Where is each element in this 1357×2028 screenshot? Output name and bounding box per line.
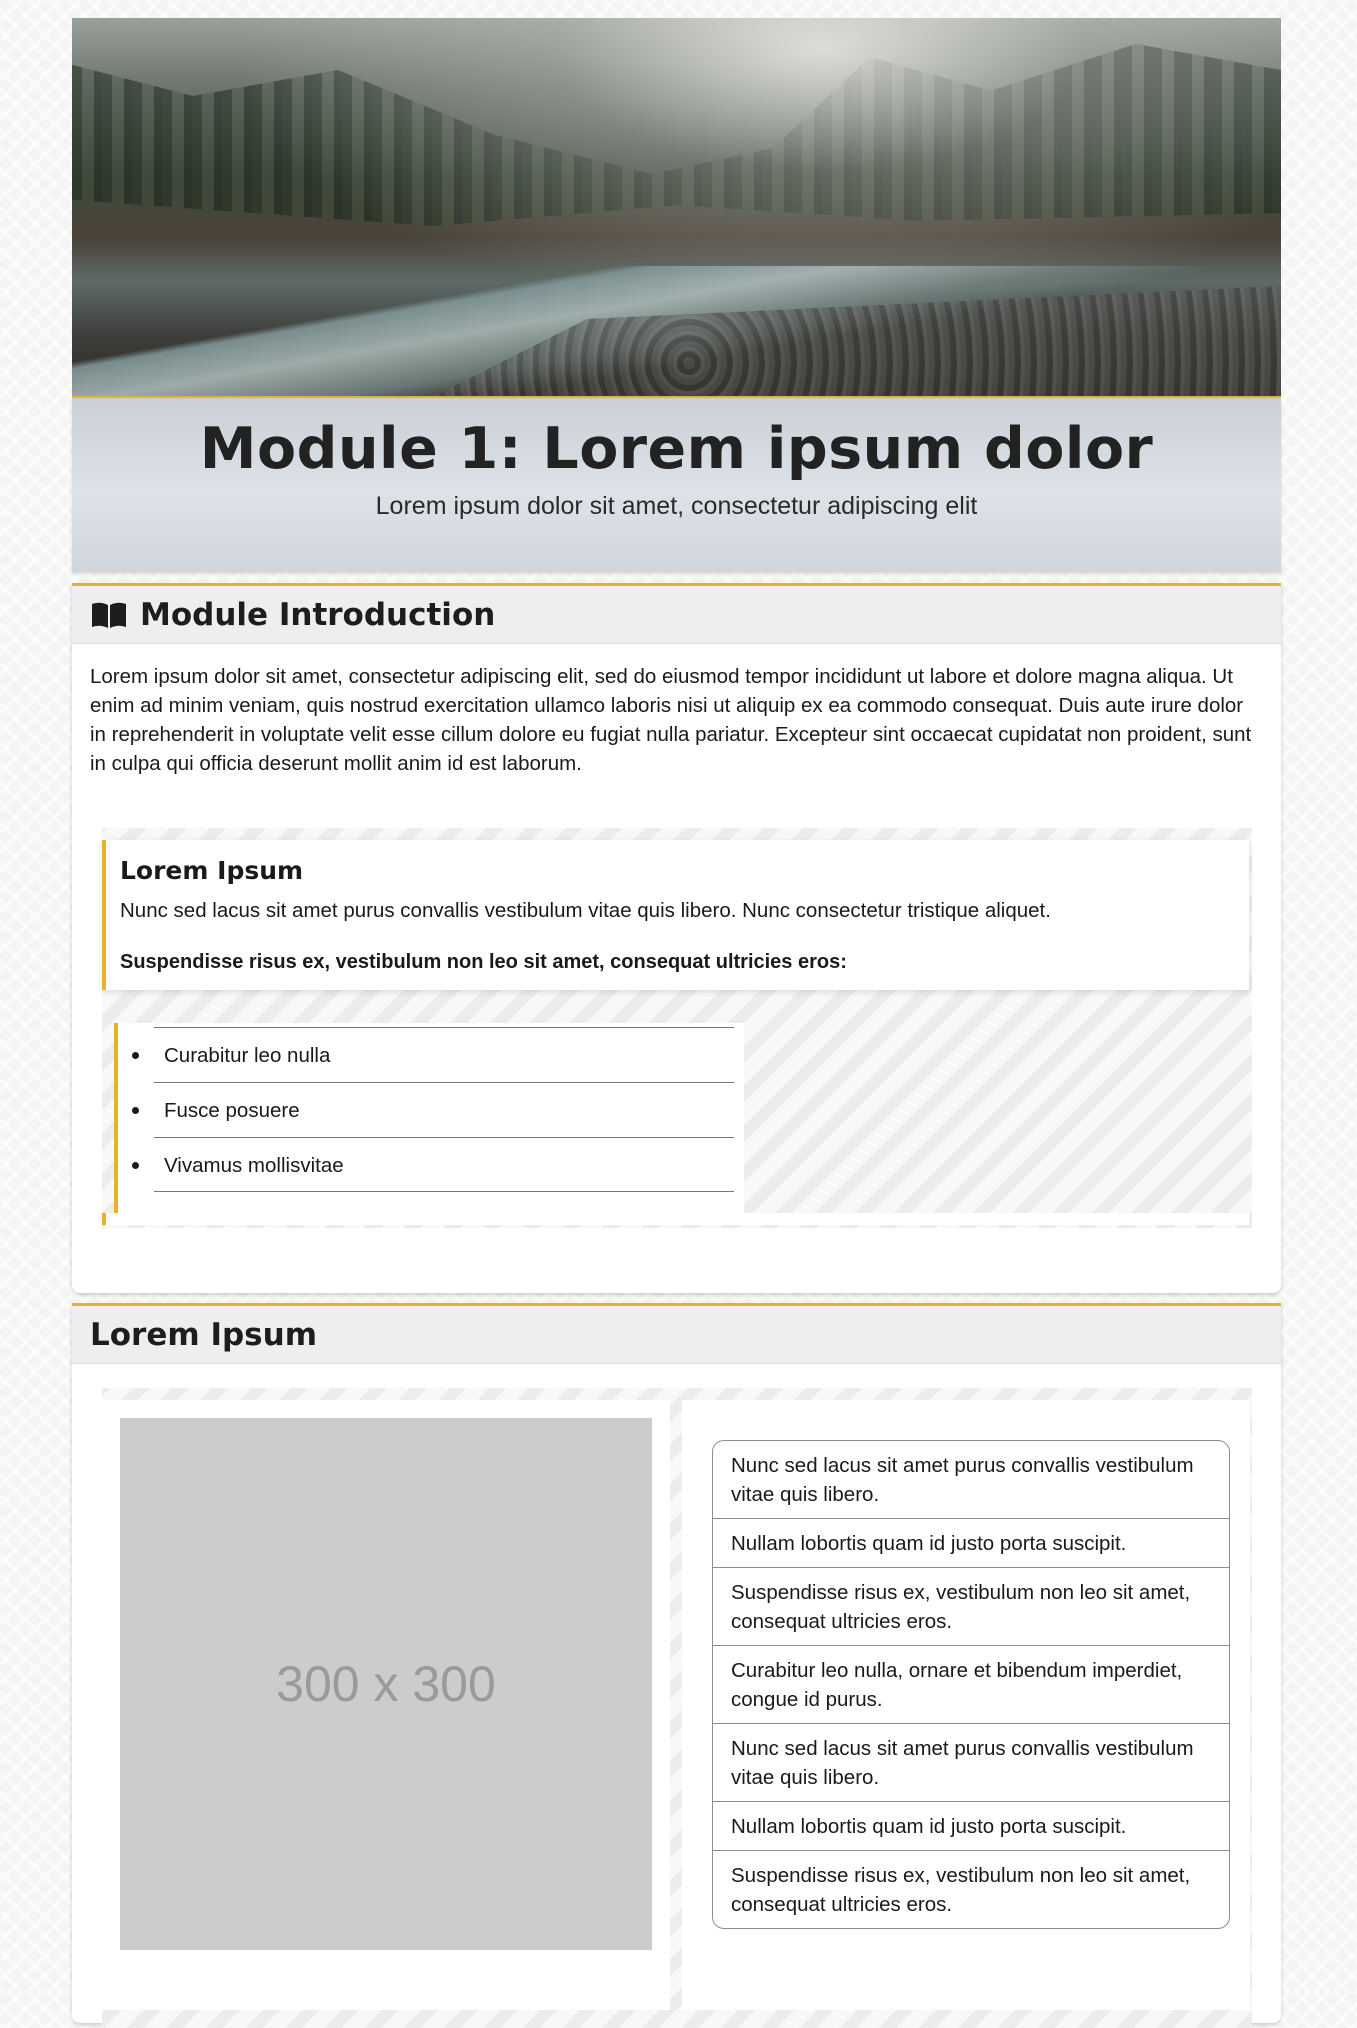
info-list-item: Curabitur leo nulla, ornare et bibendum …	[713, 1646, 1229, 1724]
list-item: Curabitur leo nulla	[132, 1027, 734, 1082]
section2-card-header: Lorem Ipsum	[72, 1306, 1281, 1364]
info-list-item: Nunc sed lacus sit amet purus convallis …	[713, 1441, 1229, 1519]
book-icon	[90, 601, 128, 629]
intro-heading: Module Introduction	[140, 596, 496, 633]
info-list-item: Suspendisse risus ex, vestibulum non leo…	[731, 1864, 1191, 1916]
page-title: Module 1: Lorem ipsum dolor	[199, 416, 1154, 482]
intro-card: Module Introduction Lorem ipsum dolor si…	[72, 583, 1281, 1293]
info-list-item: Nunc sed lacus sit amet purus convallis …	[713, 1724, 1229, 1802]
callout-list: Curabitur leo nulla Fusce posuere Vivamu…	[118, 1023, 744, 1192]
intro-body: Lorem ipsum dolor sit amet, consectetur …	[90, 665, 1252, 775]
list-item: Vivamus mollisvitae	[132, 1137, 734, 1192]
callout-footer-bar	[102, 1213, 1249, 1225]
page-subtitle: Lorem ipsum dolor sit amet, consectetur …	[375, 492, 978, 520]
info-list: Nunc sed lacus sit amet purus convallis …	[712, 1440, 1230, 1929]
placeholder-label: 300 x 300	[276, 1656, 496, 1712]
page: Module 1: Lorem ipsum dolor Lorem ipsum …	[72, 18, 1281, 2028]
banner-image	[72, 18, 1281, 398]
section2-card: Lorem Ipsum 300 x 300 Nunc sed lacus sit…	[72, 1303, 1281, 2028]
info-list-item: Suspendisse risus ex, vestibulum non leo…	[713, 1568, 1229, 1646]
callout-text: Nunc sed lacus sit amet purus convallis …	[120, 899, 1051, 922]
list-panel: Nunc sed lacus sit amet purus convallis …	[682, 1400, 1250, 2010]
callout-list-box: Curabitur leo nulla Fusce posuere Vivamu…	[114, 1023, 744, 1213]
callout-box: Lorem Ipsum Nunc sed lacus sit amet puru…	[102, 840, 1249, 990]
list-item: Fusce posuere	[132, 1082, 734, 1137]
info-list-item: Nullam lobortis quam id justo porta susc…	[713, 1802, 1229, 1851]
title-band: Module 1: Lorem ipsum dolor Lorem ipsum …	[72, 398, 1281, 572]
section2-container: 300 x 300 Nunc sed lacus sit amet purus …	[102, 1388, 1252, 2028]
info-list-item: Nullam lobortis quam id justo porta susc…	[713, 1519, 1229, 1568]
section2-heading: Lorem Ipsum	[90, 1316, 318, 1353]
image-panel: 300 x 300	[102, 1400, 670, 2010]
callout-container: Lorem Ipsum Nunc sed lacus sit amet puru…	[102, 828, 1252, 1228]
placeholder-image: 300 x 300	[120, 1418, 652, 1950]
intro-card-header: Module Introduction	[72, 586, 1281, 644]
callout-lead: Suspendisse risus ex, vestibulum non leo…	[120, 951, 847, 973]
callout-title: Lorem Ipsum	[120, 856, 304, 885]
